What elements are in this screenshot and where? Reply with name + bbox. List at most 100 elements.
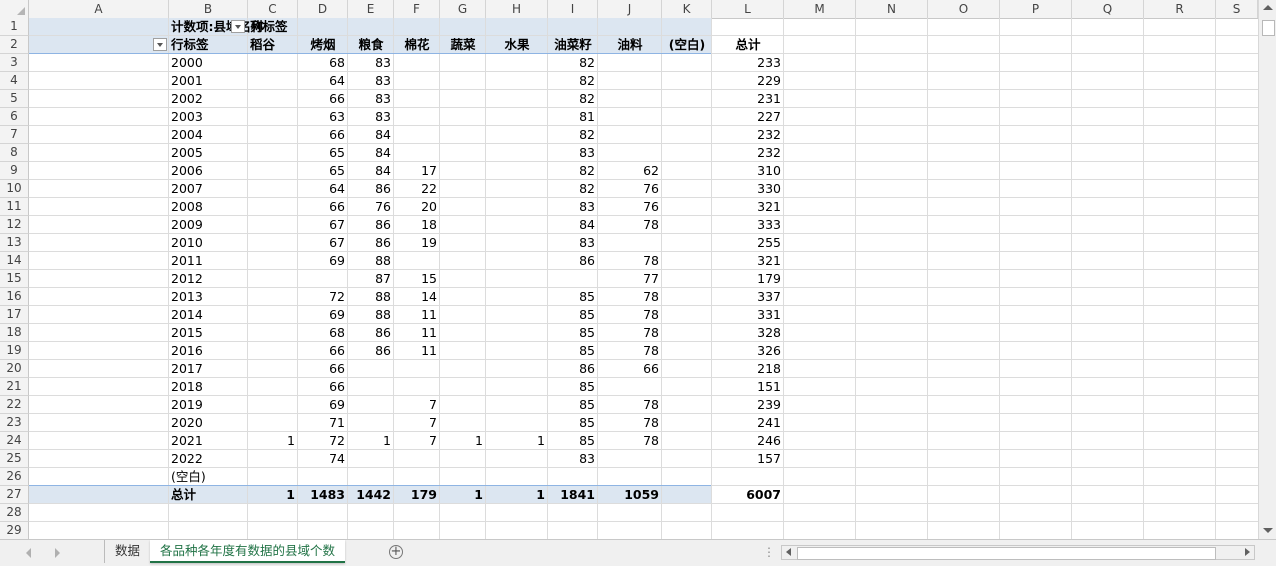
pivot-value-cell[interactable]: 78: [598, 288, 662, 306]
pivot-value-cell[interactable]: 328: [712, 324, 784, 342]
pivot-value-cell[interactable]: 62: [598, 162, 662, 180]
pivot-row-label[interactable]: 2019: [169, 396, 248, 414]
pivot-column-header[interactable]: 油菜籽: [548, 36, 598, 54]
pivot-row-label[interactable]: 2005: [169, 144, 248, 162]
pivot-row-label[interactable]: 2016: [169, 342, 248, 360]
column-header-n[interactable]: N: [856, 0, 928, 18]
pivot-value-cell[interactable]: 88: [348, 306, 394, 324]
column-header-h[interactable]: H: [486, 0, 548, 18]
pivot-value-cell[interactable]: 82: [548, 54, 598, 72]
column-header-s[interactable]: S: [1216, 0, 1258, 18]
pivot-column-header[interactable]: 水果: [486, 36, 548, 54]
pivot-value-cell[interactable]: 330: [712, 180, 784, 198]
pivot-total-value[interactable]: 1: [248, 486, 298, 504]
pivot-column-header[interactable]: 油料: [598, 36, 662, 54]
pivot-value-cell[interactable]: 68: [298, 324, 348, 342]
row-header-8[interactable]: 8: [0, 144, 29, 162]
pivot-value-cell[interactable]: 84: [348, 126, 394, 144]
pivot-value-cell[interactable]: 1: [440, 432, 486, 450]
column-header-r[interactable]: R: [1144, 0, 1216, 18]
row-header-12[interactable]: 12: [0, 216, 29, 234]
pivot-value-cell[interactable]: 18: [394, 216, 440, 234]
pivot-column-header[interactable]: 棉花: [394, 36, 440, 54]
pivot-value-cell[interactable]: 337: [712, 288, 784, 306]
row-header-22[interactable]: 22: [0, 396, 29, 414]
pivot-column-header[interactable]: 粮食: [348, 36, 394, 54]
pivot-row-label[interactable]: 2012: [169, 270, 248, 288]
pivot-value-cell[interactable]: 77: [598, 270, 662, 288]
row-header-19[interactable]: 19: [0, 342, 29, 360]
row-header-17[interactable]: 17: [0, 306, 29, 324]
split-handle-icon[interactable]: ⋮: [763, 545, 775, 559]
pivot-value-cell[interactable]: 64: [298, 72, 348, 90]
pivot-value-cell[interactable]: 83: [548, 144, 598, 162]
pivot-value-cell[interactable]: 82: [548, 126, 598, 144]
pivot-value-cell[interactable]: 22: [394, 180, 440, 198]
pivot-value-cell[interactable]: 74: [298, 450, 348, 468]
pivot-value-cell[interactable]: 83: [348, 54, 394, 72]
pivot-value-cell[interactable]: 333: [712, 216, 784, 234]
pivot-row-label[interactable]: 2003: [169, 108, 248, 126]
column-header-m[interactable]: M: [784, 0, 856, 18]
pivot-value-cell[interactable]: 72: [298, 288, 348, 306]
pivot-value-cell[interactable]: 67: [298, 234, 348, 252]
pivot-value-cell[interactable]: 83: [548, 450, 598, 468]
pivot-value-cell[interactable]: 88: [348, 288, 394, 306]
pivot-row-label[interactable]: 2017: [169, 360, 248, 378]
pivot-value-cell[interactable]: 11: [394, 324, 440, 342]
pivot-row-label[interactable]: 2021: [169, 432, 248, 450]
pivot-column-header[interactable]: 烤烟: [298, 36, 348, 54]
pivot-value-cell[interactable]: 241: [712, 414, 784, 432]
row-header-25[interactable]: 25: [0, 450, 29, 468]
pivot-value-cell[interactable]: 11: [394, 342, 440, 360]
pivot-value-cell[interactable]: 7: [394, 432, 440, 450]
pivot-total-value[interactable]: 1483: [298, 486, 348, 504]
pivot-value-cell[interactable]: 15: [394, 270, 440, 288]
sheet-tab-active[interactable]: 各品种各年度有数据的县域个数: [150, 540, 346, 563]
row-header-1[interactable]: 1: [0, 18, 29, 36]
scroll-up-arrow-icon[interactable]: [1263, 5, 1273, 10]
pivot-value-cell[interactable]: 66: [298, 126, 348, 144]
column-header-o[interactable]: O: [928, 0, 1000, 18]
row-header-11[interactable]: 11: [0, 198, 29, 216]
pivot-value-cell[interactable]: 63: [298, 108, 348, 126]
pivot-value-cell[interactable]: 65: [298, 144, 348, 162]
row-header-5[interactable]: 5: [0, 90, 29, 108]
pivot-column-header[interactable]: (空白): [662, 36, 712, 54]
pivot-total-value[interactable]: 1841: [548, 486, 598, 504]
pivot-value-cell[interactable]: 321: [712, 198, 784, 216]
pivot-value-cell[interactable]: 86: [348, 342, 394, 360]
pivot-value-cell[interactable]: 246: [712, 432, 784, 450]
pivot-value-cell[interactable]: 72: [298, 432, 348, 450]
column-header-g[interactable]: G: [440, 0, 486, 18]
pivot-value-cell[interactable]: 78: [598, 324, 662, 342]
pivot-value-cell[interactable]: 86: [348, 180, 394, 198]
column-header-c[interactable]: C: [248, 0, 298, 18]
pivot-value-cell[interactable]: 71: [298, 414, 348, 432]
pivot-value-cell[interactable]: 85: [548, 432, 598, 450]
pivot-value-cell[interactable]: 76: [348, 198, 394, 216]
row-header-29[interactable]: 29: [0, 522, 29, 539]
row-header-18[interactable]: 18: [0, 324, 29, 342]
pivot-value-cell[interactable]: 67: [298, 216, 348, 234]
column-header-f[interactable]: F: [394, 0, 440, 18]
pivot-column-labels-caption[interactable]: 列标签: [248, 18, 298, 36]
pivot-row-label[interactable]: 2008: [169, 198, 248, 216]
row-header-20[interactable]: 20: [0, 360, 29, 378]
pivot-row-label[interactable]: 2007: [169, 180, 248, 198]
pivot-value-cell[interactable]: 83: [348, 108, 394, 126]
pivot-total-value[interactable]: 1442: [348, 486, 394, 504]
column-header-j[interactable]: J: [598, 0, 662, 18]
row-header-4[interactable]: 4: [0, 72, 29, 90]
column-labels-filter-dropdown-icon[interactable]: [231, 20, 245, 33]
column-header-a[interactable]: A: [29, 0, 169, 18]
pivot-value-cell[interactable]: 78: [598, 396, 662, 414]
pivot-row-label[interactable]: (空白): [169, 468, 248, 486]
pivot-column-header[interactable]: 蔬菜: [440, 36, 486, 54]
pivot-total-value[interactable]: 1: [486, 486, 548, 504]
row-header-28[interactable]: 28: [0, 504, 29, 522]
pivot-value-cell[interactable]: 66: [298, 90, 348, 108]
column-header-b[interactable]: B: [169, 0, 248, 18]
pivot-row-label[interactable]: 2014: [169, 306, 248, 324]
column-header-d[interactable]: D: [298, 0, 348, 18]
